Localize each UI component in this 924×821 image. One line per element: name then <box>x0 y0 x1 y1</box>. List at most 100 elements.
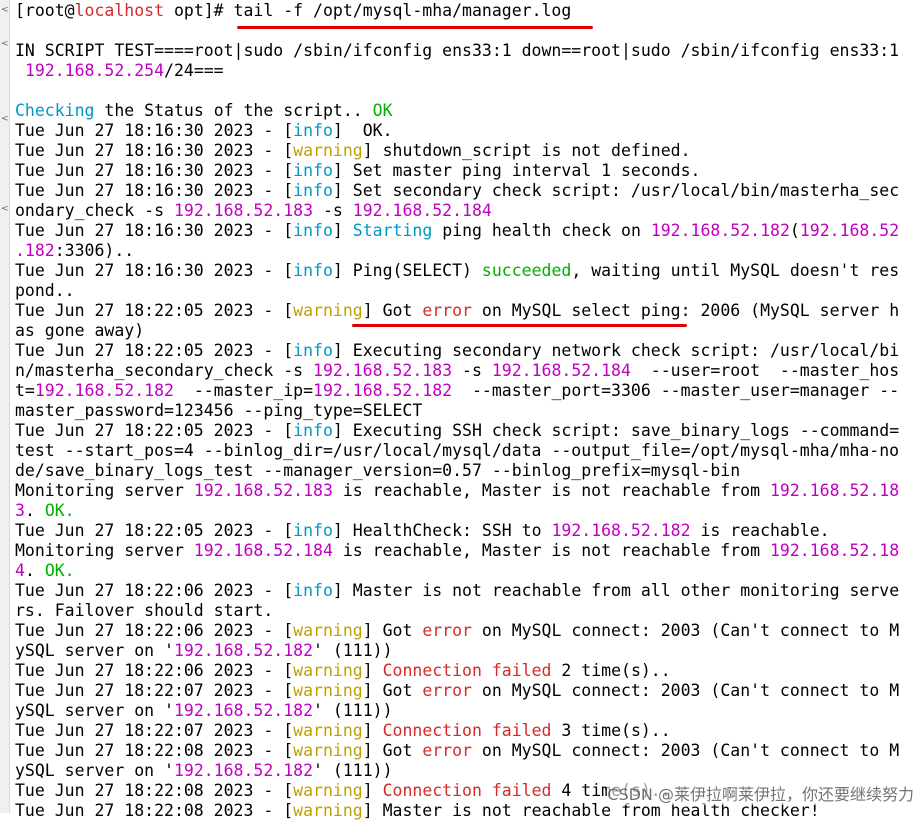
terminal-text-segment: master_password=123456 --ping_type=SELEC… <box>15 401 423 420</box>
terminal-text-segment: warning <box>293 621 363 640</box>
terminal-line: IN SCRIPT TEST====root|sudo /sbin/ifconf… <box>15 41 920 61</box>
terminal-line: ySQL server on '192.168.52.182' (111)) <box>15 761 920 781</box>
terminal-text-segment: the Status of the script.. <box>94 101 373 120</box>
terminal-text-segment: 3 time(s).. <box>551 721 671 740</box>
terminal-text-segment: ' (111)) <box>313 761 393 780</box>
terminal-text-segment: Tue Jun 27 18:22:05 2023 - [ <box>15 521 294 540</box>
terminal-text-segment: ' (111)) <box>313 641 393 660</box>
terminal-line: Tue Jun 27 18:22:05 2023 - [info] Execut… <box>15 341 920 361</box>
terminal-text-segment: OK <box>372 101 393 120</box>
terminal-text-segment: t= <box>15 381 35 400</box>
terminal-text-segment: is reachable, Master is not reachable fr… <box>332 541 770 560</box>
terminal-text-segment: localhost <box>74 1 165 20</box>
terminal-line: t=192.168.52.182 --master_ip=192.168.52.… <box>15 381 920 401</box>
terminal-line: Tue Jun 27 18:16:30 2023 - [info] OK. <box>15 121 920 141</box>
terminal-text-segment: succeeded <box>481 261 572 280</box>
terminal-text-segment: 192.168.52.18 <box>769 481 900 500</box>
terminal-text-segment: Tue Jun 27 18:16:30 2023 - [ <box>15 161 294 180</box>
terminal-line: Tue Jun 27 18:22:06 2023 - [warning] Got… <box>15 621 920 641</box>
terminal-text-segment: ] OK. <box>332 121 393 140</box>
terminal-text-segment: Connection failed <box>382 781 552 800</box>
terminal-text-segment: 192.168.52.182 <box>551 521 691 540</box>
terminal-text-segment: 192.168.52.184 <box>193 541 333 560</box>
terminal-text-segment: info <box>293 581 333 600</box>
terminal-line: Tue Jun 27 18:22:08 2023 - [warning] Got… <box>15 741 920 761</box>
terminal-line: 192.168.52.254/24=== <box>15 61 920 81</box>
terminal-line: rs. Failover should start. <box>15 601 920 621</box>
terminal-text-segment: 192.168.52.183 <box>313 361 453 380</box>
terminal-text-segment: 192.168.52.184 <box>352 201 492 220</box>
terminal-text-segment: ] HealthCheck: SSH to <box>332 521 552 540</box>
terminal-text-segment: warning <box>293 681 363 700</box>
terminal-text-segment: info <box>293 121 333 140</box>
terminal-line: Tue Jun 27 18:16:30 2023 - [info] Set se… <box>15 181 920 201</box>
terminal-text-segment: ( <box>789 221 800 240</box>
terminal-text-segment: Tue Jun 27 18:22:08 2023 - [ <box>15 741 294 760</box>
terminal-text-segment: 192.168.52.182 <box>34 381 174 400</box>
terminal-line: Tue Jun 27 18:16:30 2023 - [warning] shu… <box>15 141 920 161</box>
gutter-mark: < <box>1 114 9 124</box>
terminal-text-segment: ondary_check -s <box>15 201 174 220</box>
terminal-line: ondary_check -s 192.168.52.183 -s 192.16… <box>15 201 920 221</box>
gutter-mark: < <box>1 204 9 214</box>
terminal-text-segment: OK. <box>44 501 75 520</box>
terminal-text-segment: 2 time(s).. <box>551 661 671 680</box>
terminal-line: ySQL server on '192.168.52.182' (111)) <box>15 701 920 721</box>
terminal-text-segment: Tue Jun 27 18:22:05 2023 - [ <box>15 341 294 360</box>
terminal-text-segment: 4 <box>15 561 25 580</box>
terminal-text-segment: ] <box>362 721 383 740</box>
error-underline <box>352 324 687 327</box>
terminal-text-segment: error <box>422 621 472 640</box>
terminal-text-segment: ] Got <box>362 681 423 700</box>
terminal-text-segment: Tue Jun 27 18:22:07 2023 - [ <box>15 721 294 740</box>
terminal-text-segment: Tue Jun 27 18:22:05 2023 - [ <box>15 301 294 320</box>
terminal-text-segment: ] Got <box>362 301 423 320</box>
left-gutter: < < < < <box>0 0 10 813</box>
terminal-text-segment: 3 <box>15 501 25 520</box>
terminal-text-segment: --user=root --master_hos <box>630 361 900 380</box>
terminal-text-segment: on MySQL select ping: 2006 (MySQL server… <box>471 301 900 320</box>
terminal-text-segment: info <box>293 341 333 360</box>
terminal-text-segment: 192.168.52.254 <box>24 61 165 80</box>
terminal-text-segment: 192.168.52.183 <box>173 201 314 220</box>
terminal-text-segment: de/save_binary_logs_test --manager_versi… <box>15 461 741 480</box>
terminal-text-segment: Checking <box>15 101 95 120</box>
terminal-text-segment: warning <box>293 781 363 800</box>
terminal-text-segment: ] <box>362 661 383 680</box>
terminal-text-segment: ySQL server on ' <box>15 641 174 660</box>
watermark: CSDN @莱伊拉啊莱伊拉，你还要继续努力 <box>607 781 914 805</box>
terminal-line: Tue Jun 27 18:22:05 2023 - [warning] Got… <box>15 301 920 321</box>
terminal-text-segment: . <box>24 561 45 580</box>
terminal-text-segment: Tue Jun 27 18:22:06 2023 - [ <box>15 661 294 680</box>
terminal-text-segment: ] <box>332 221 353 240</box>
terminal-text-segment: . <box>24 501 45 520</box>
terminal-text-segment: is reachable, Master is not reachable fr… <box>332 481 770 500</box>
terminal-line: pond.. <box>15 281 920 301</box>
terminal-text-segment: 192.168.52.182 <box>173 641 314 660</box>
terminal-text-segment: ] Got <box>362 621 423 640</box>
terminal-text-segment: error <box>422 301 472 320</box>
terminal-text-segment: --master_port=3306 --master_user=manager… <box>452 381 900 400</box>
terminal-text-segment: .182 <box>15 241 55 260</box>
terminal-text-segment: Tue Jun 27 18:22:06 2023 - [ <box>15 581 294 600</box>
terminal-line: Checking the Status of the script.. OK <box>15 101 920 121</box>
terminal-text-segment: Connection failed <box>382 721 552 740</box>
terminal-line: de/save_binary_logs_test --manager_versi… <box>15 461 920 481</box>
terminal-text-segment: ' (111)) <box>313 701 393 720</box>
terminal-text-segment: Tue Jun 27 18:22:08 2023 - [ <box>15 781 294 800</box>
terminal-text-segment: ] shutdown_script is not defined. <box>362 141 691 160</box>
terminal-text-segment: on MySQL connect: 2003 (Can't connect to… <box>471 621 900 640</box>
terminal-line: [root@localhost opt]# tail -f /opt/mysql… <box>15 1 920 21</box>
terminal-line: Tue Jun 27 18:22:06 2023 - [warning] Con… <box>15 661 920 681</box>
terminal-line: 4. OK. <box>15 561 920 581</box>
terminal-text-segment: Connection failed <box>382 661 552 680</box>
terminal-text-segment: OK. <box>44 561 75 580</box>
terminal-text-segment: pond.. <box>15 281 75 300</box>
terminal-text-segment: info <box>293 161 333 180</box>
terminal-output[interactable]: [root@localhost opt]# tail -f /opt/mysql… <box>15 1 920 821</box>
terminal-text-segment: ySQL server on ' <box>15 701 174 720</box>
terminal-text-segment: ping health check on <box>432 221 651 240</box>
terminal-text-segment: ] Master is not reachable from all other… <box>332 581 900 600</box>
